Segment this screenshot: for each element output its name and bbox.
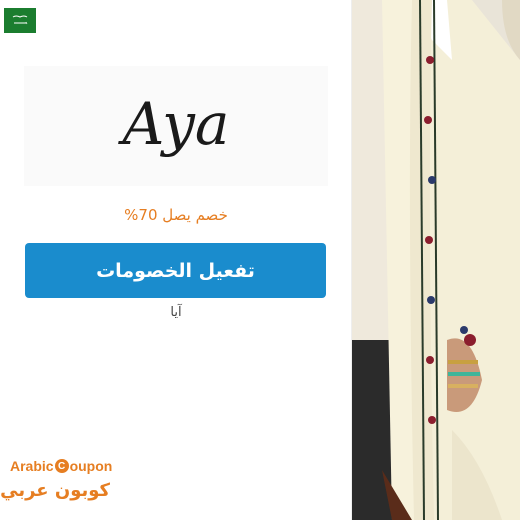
coupon-circle-icon: C — [54, 459, 69, 473]
model-embroidered-abaya-photo — [352, 0, 520, 520]
brand-logo-text: Aya — [118, 90, 230, 158]
discount-text: خصم يصل 70% — [124, 206, 228, 224]
coupon-card: Aya خصم يصل 70% تفعيل الخصومات آيا Arabi… — [0, 0, 352, 520]
arabic-coupon-logo: Arabic Coupon كوبون عربي — [0, 458, 120, 508]
brand-name-arabic: آيا — [170, 305, 182, 320]
site-logo-arabic: كوبون عربي — [0, 480, 110, 501]
site-logo-english: Arabic Coupon — [10, 458, 113, 474]
activate-discounts-button[interactable]: تفعيل الخصومات — [25, 243, 326, 298]
brand-logo: Aya — [24, 66, 328, 186]
saudi-flag-icon — [4, 8, 36, 33]
